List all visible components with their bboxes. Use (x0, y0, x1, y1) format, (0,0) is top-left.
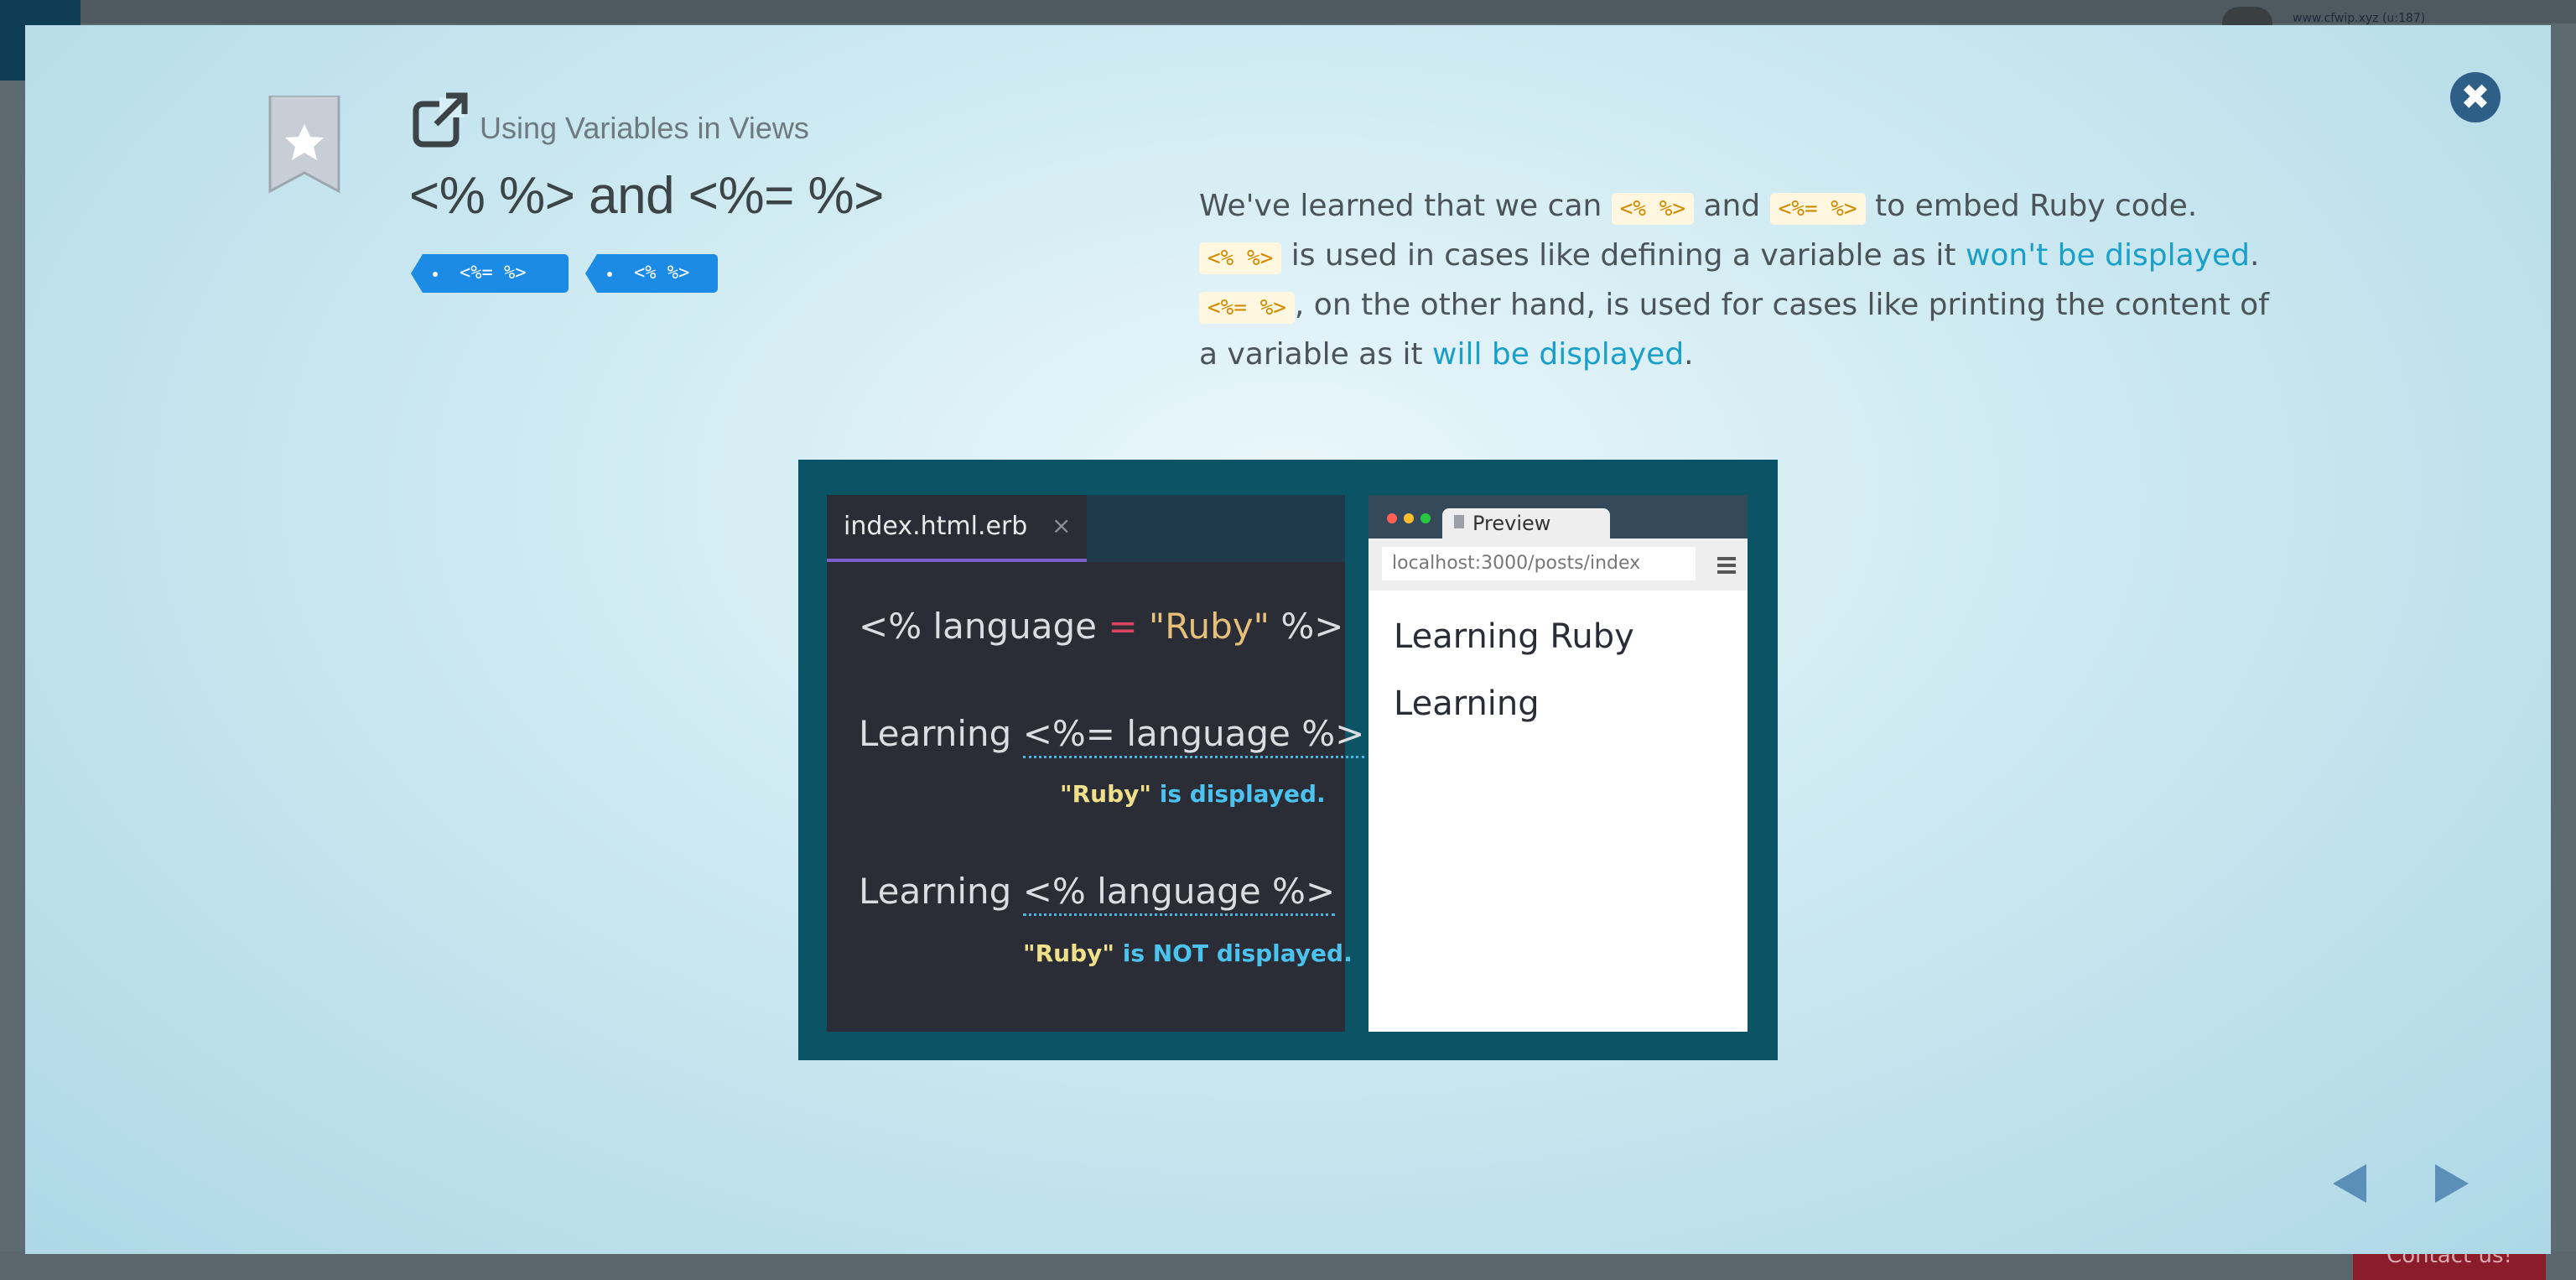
code-exec-tag: <% language %> (1022, 871, 1336, 916)
note-text: is NOT displayed. (1114, 939, 1353, 967)
address-bar: localhost:3000/posts/index (1382, 547, 1696, 580)
code-text: <% language (859, 606, 1109, 647)
code-line-1: <% language = "Ruby" %> (859, 606, 1343, 647)
lesson-title: Using Variables in Views (480, 111, 809, 145)
triangle-left-icon[interactable] (2329, 1163, 2371, 1205)
code-note-not-displayed: "Ruby" is NOT displayed. (1023, 939, 1353, 967)
desc-text: . (1684, 337, 1694, 372)
browser-titlebar: Preview (1368, 495, 1748, 539)
desc-text: to embed Ruby code. (1865, 189, 2198, 223)
browser-tab-label: Preview (1472, 512, 1551, 535)
code-line-3: Learning <% language %> (859, 871, 1336, 916)
tag-label: <%= %> (460, 263, 527, 284)
note-string: "Ruby" (1023, 939, 1114, 967)
desc-text: . (2249, 238, 2260, 273)
background-user-text: www.cfwip.xyz (u:187) (2293, 12, 2426, 25)
background-topbar (0, 0, 2576, 23)
tag-dot (607, 272, 612, 277)
inline-code: <% %> (1611, 193, 1695, 225)
code-note-displayed: "Ruby" is displayed. (1060, 780, 1326, 808)
close-button[interactable]: ✖ (2450, 72, 2501, 122)
code-text: %> (1269, 606, 1344, 647)
tag-dot (433, 272, 438, 277)
note-string: "Ruby" (1060, 780, 1151, 808)
browser-preview: Preview localhost:3000/posts/index Learn… (1368, 495, 1748, 1032)
tag-code-tag[interactable]: <% %> (585, 254, 718, 293)
preview-line-1: Learning Ruby (1394, 617, 1634, 656)
desc-text: and (1694, 189, 1770, 223)
tag-output-tag[interactable]: <%= %> (411, 254, 569, 293)
inline-code: <% %> (1199, 242, 1282, 274)
code-text: Learning (859, 713, 1023, 754)
browser-tab: Preview (1442, 508, 1610, 539)
inline-code: <%= %> (1769, 193, 1866, 225)
glossary-link-wont-be-displayed[interactable]: won't be displayed (1966, 238, 2250, 273)
note-text: is displayed. (1150, 780, 1326, 808)
code-line-2: Learning <%= language %> (859, 713, 1365, 758)
hamburger-menu-icon (1717, 557, 1737, 574)
code-editor: index.html.erb × <% language = "Ruby" %>… (827, 495, 1365, 1032)
window-minimize-dot (1404, 513, 1414, 523)
lesson-modal: ✖ Using Variables in Views <% %> and <%=… (25, 25, 2551, 1254)
inline-code: <%= %> (1199, 292, 1295, 324)
code-operator: = (1108, 606, 1138, 647)
bookmark-star-icon[interactable] (267, 96, 342, 196)
code-text: Learning (859, 871, 1023, 912)
editor-tab-label: index.html.erb (844, 512, 1028, 541)
window-maximize-dot (1420, 513, 1431, 523)
editor-tab-close-icon: × (1052, 512, 1072, 539)
preview-line-2: Learning (1394, 684, 1540, 723)
code-string: "Ruby" (1137, 606, 1270, 647)
external-link-icon[interactable] (411, 89, 471, 149)
desc-text: , on the other hand, is used for cases l… (1199, 288, 2269, 372)
code-output-tag: <%= language %> (1022, 713, 1365, 758)
tag-label: <% %> (634, 263, 690, 284)
browser-toolbar: localhost:3000/posts/index (1368, 539, 1748, 591)
desc-text: is used in cases like defining a variabl… (1281, 238, 1966, 273)
slide-title: <% %> and <%= %> (409, 167, 884, 225)
close-icon: ✖ (2460, 76, 2490, 117)
glossary-link-will-be-displayed[interactable]: will be displayed (1432, 337, 1684, 372)
page-icon (1454, 515, 1464, 528)
slide-illustration: index.html.erb × <% language = "Ruby" %>… (798, 460, 1778, 1060)
desc-text: We've learned that we can (1199, 189, 1612, 223)
triangle-right-icon[interactable] (2430, 1163, 2472, 1205)
window-close-dot (1387, 513, 1397, 523)
background-bottombar (0, 1251, 2576, 1280)
slide-description: We've learned that we can <% %> and <%= … (1199, 183, 2289, 378)
editor-tab: index.html.erb × (827, 495, 1087, 562)
